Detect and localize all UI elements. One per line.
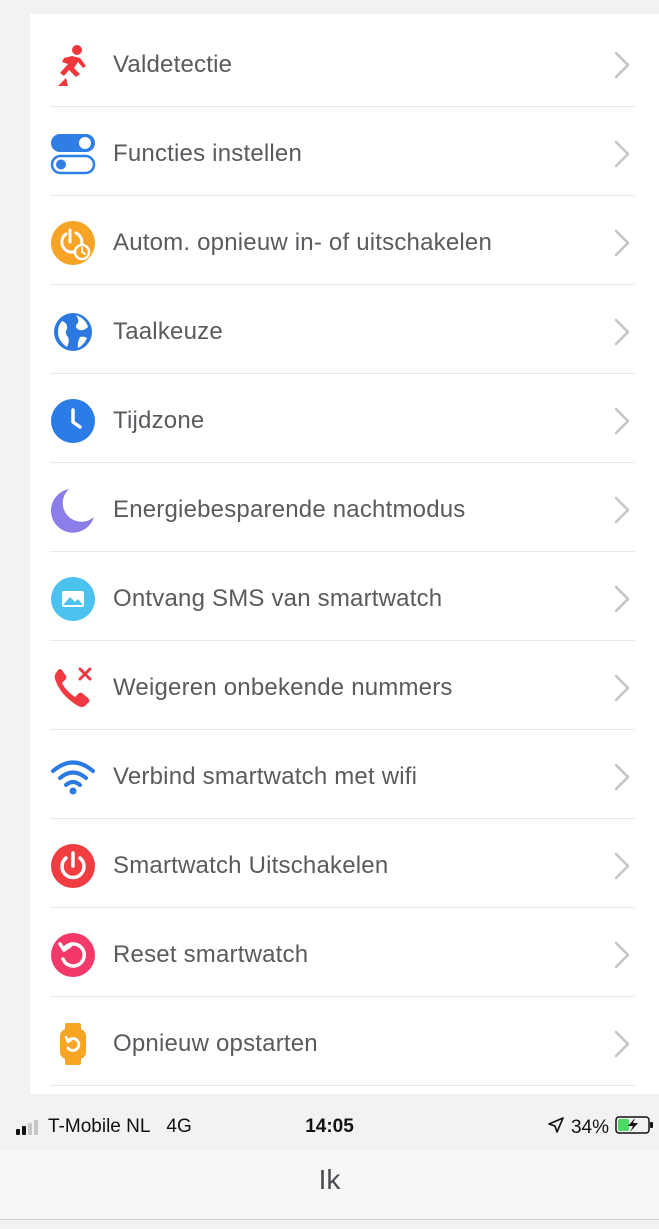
settings-item-tijdzone[interactable]: Tijdzone [50,374,635,463]
settings-item-label: Reset smartwatch [113,941,309,968]
toggle-settings-icon [50,131,96,177]
chevron-right-icon [611,673,633,703]
wifi-icon [50,754,96,800]
settings-item-label: Tijdzone [113,407,205,434]
chevron-right-icon [611,317,633,347]
settings-item-functies-instellen[interactable]: Functies instellen [50,107,635,196]
globe-icon [50,309,96,355]
page-title: Ik [318,1164,341,1195]
settings-item-label: Verbind smartwatch met wifi [113,763,418,790]
settings-item-label: Weigeren onbekende nummers [113,674,453,701]
settings-item-label: Autom. opnieuw in- of uitschakelen [113,229,493,256]
settings-item-label: Opnieuw opstarten [113,1030,318,1057]
moon-icon [50,487,96,533]
power-icon [50,843,96,889]
chevron-right-icon [611,50,633,80]
chevron-right-icon [611,139,633,169]
settings-item-valdetectie[interactable]: Valdetectie [50,18,635,107]
settings-item-nachtmodus[interactable]: Energiebesparende nachtmodus [50,463,635,552]
clock-icon [50,398,96,444]
location-arrow-icon [547,1116,565,1140]
restart-watch-icon [50,1021,96,1067]
battery-charging-icon [615,1115,655,1141]
settings-item-smartwatch-uitschakelen[interactable]: Smartwatch Uitschakelen [50,819,635,908]
reset-icon [50,932,96,978]
settings-item-taalkeuze[interactable]: Taalkeuze [50,285,635,374]
sms-message-icon [50,576,96,622]
settings-item-opnieuw-opstarten[interactable]: Opnieuw opstarten [50,997,635,1086]
settings-item-weigeren-onbekende[interactable]: Weigeren onbekende nummers [50,641,635,730]
chevron-right-icon [611,584,633,614]
settings-item-reset-smartwatch[interactable]: Reset smartwatch [50,908,635,997]
nav-bar: Ik [0,1150,659,1220]
chevron-right-icon [611,406,633,436]
auto-power-schedule-icon [50,220,96,266]
chevron-right-icon [611,851,633,881]
settings-item-ontvang-sms[interactable]: Ontvang SMS van smartwatch [50,552,635,641]
settings-item-verbind-wifi[interactable]: Verbind smartwatch met wifi [50,730,635,819]
chevron-right-icon [611,762,633,792]
battery-percentage: 34% [570,1117,609,1138]
status-bar: T-Mobile NL 4G 14:05 34% [0,1106,659,1150]
fall-detection-icon [50,42,96,88]
settings-list: Valdetectie Functies instellen Autom. op… [30,14,659,1094]
chevron-right-icon [611,495,633,525]
settings-item-label: Energiebesparende nachtmodus [113,496,466,523]
settings-item-label: Taalkeuze [113,318,223,345]
settings-item-label: Functies instellen [113,140,303,167]
reject-call-icon [50,665,96,711]
settings-item-label: Ontvang SMS van smartwatch [113,585,443,612]
chevron-right-icon [611,1029,633,1059]
settings-item-label: Smartwatch Uitschakelen [113,852,389,879]
settings-item-label: Valdetectie [113,51,233,78]
settings-item-autom-in-uitschakelen[interactable]: Autom. opnieuw in- of uitschakelen [50,196,635,285]
chevron-right-icon [611,940,633,970]
chevron-right-icon [611,228,633,258]
status-right: 34% [547,1115,655,1141]
